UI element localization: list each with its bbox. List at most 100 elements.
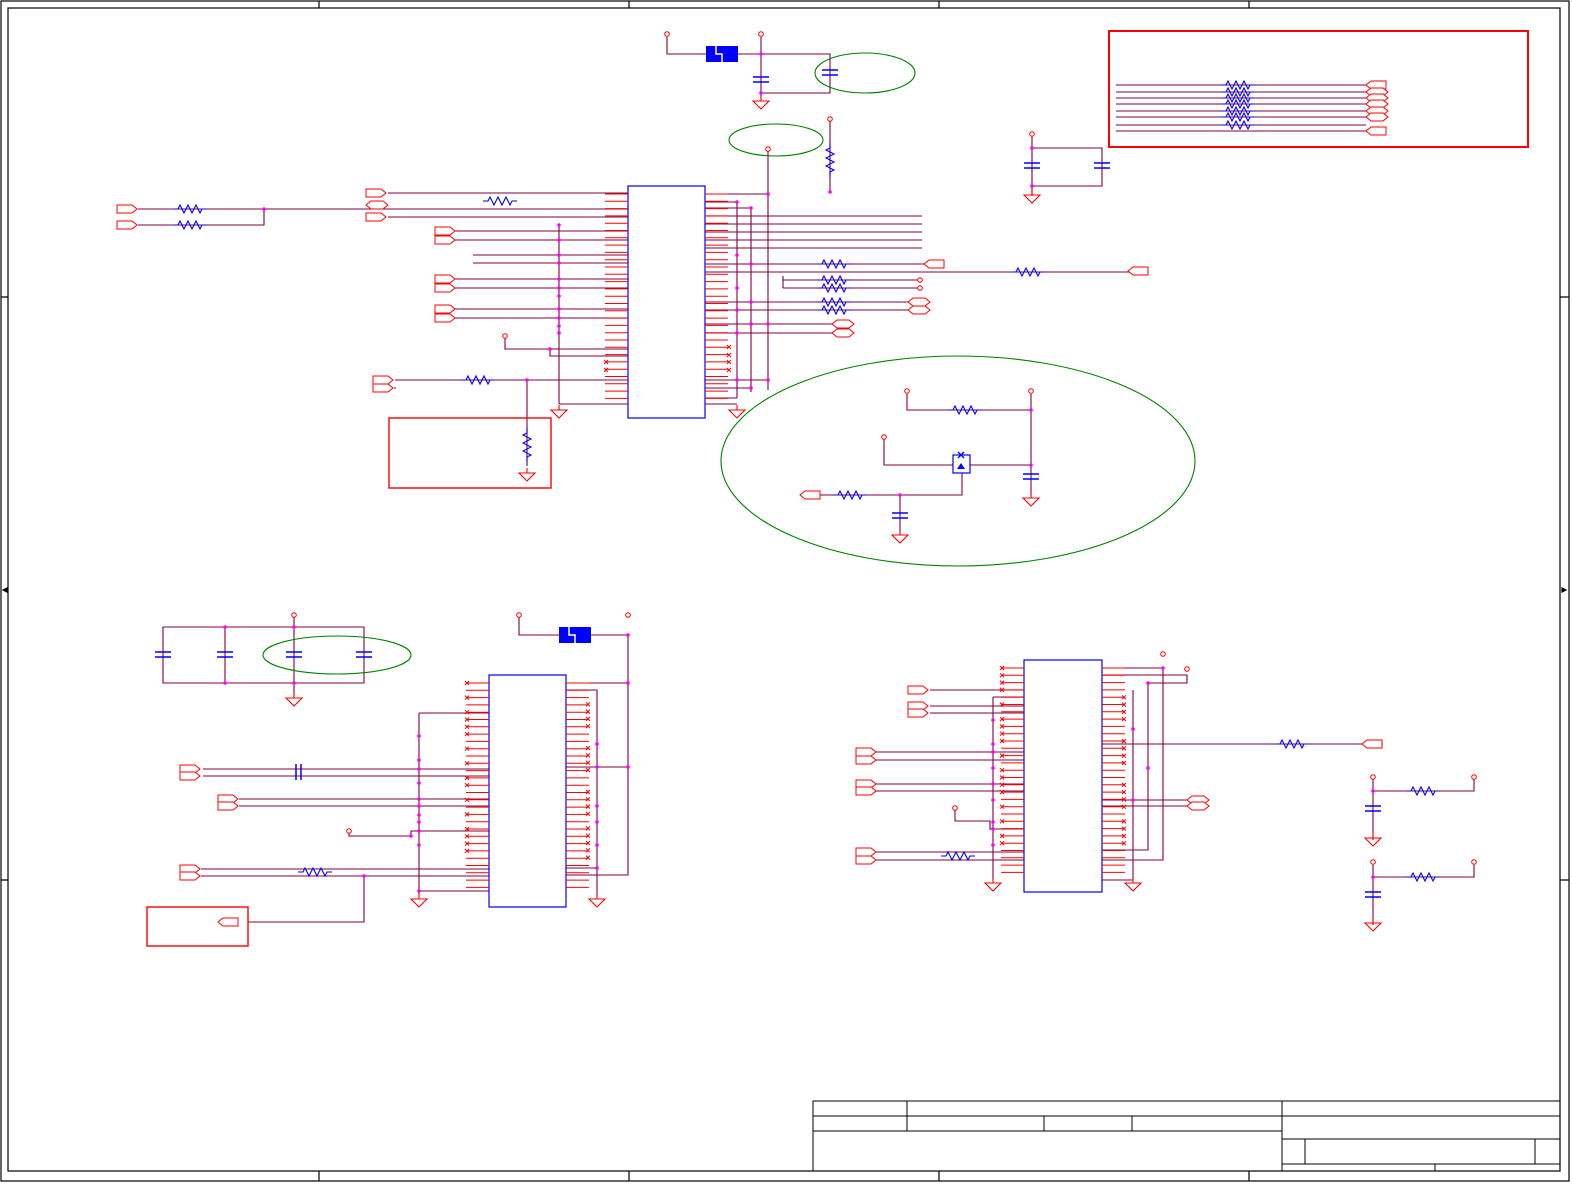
junction-dot [735, 286, 739, 290]
junction-dot [557, 307, 561, 311]
ic-bottom-left [488, 674, 567, 908]
junction-dot [362, 874, 366, 878]
no-connect-icon [585, 789, 591, 795]
resistor-icon [948, 404, 982, 416]
power-terminal-icon [765, 146, 771, 152]
junction-dot [557, 253, 561, 257]
ground-icon [1022, 190, 1042, 204]
port-connector [831, 319, 855, 329]
power-terminal-icon [1029, 131, 1035, 137]
junction-dot [991, 843, 995, 847]
junction-dot [557, 238, 561, 242]
ground-icon [284, 693, 304, 707]
junction-dot [417, 767, 421, 771]
port-connector [855, 855, 877, 865]
ic-pins [466, 193, 1125, 888]
junction-dot [557, 331, 561, 335]
port-connector [1127, 266, 1149, 276]
ic-bottom-right [1023, 659, 1103, 893]
junction-dot [417, 843, 421, 847]
ground-icon [1021, 493, 1041, 507]
junction-dot [1161, 666, 1165, 670]
port-connector [365, 188, 387, 198]
schematic-canvas [0, 0, 1572, 1183]
junction-dot [626, 633, 630, 637]
no-connect-icon [726, 367, 732, 373]
junction-dot [417, 797, 421, 801]
junction-dot [991, 750, 995, 754]
no-connect-icon [585, 716, 591, 722]
junction-dot [759, 52, 763, 56]
power-terminal-icon [1471, 774, 1477, 780]
port-connector [923, 259, 945, 269]
junction-dot [749, 262, 753, 266]
no-connect-icon [585, 826, 591, 831]
junction-dot [292, 625, 296, 629]
power-terminal-icon [1471, 859, 1477, 865]
no-connect-icon [585, 847, 591, 853]
port-connector [434, 235, 456, 245]
junction-dot [557, 294, 561, 298]
junction-dot [766, 378, 770, 382]
resistor-icon [1221, 111, 1255, 123]
junction-dot [766, 322, 770, 326]
port-connector [372, 375, 394, 385]
ferrite-bead-top [706, 46, 738, 62]
junction-dot [1371, 875, 1375, 879]
junction-dot [409, 834, 413, 838]
junction-dot [898, 493, 902, 497]
junction-dot [417, 829, 421, 833]
port-connector [1186, 801, 1210, 811]
schematic-drawing [0, 0, 1570, 1182]
sheet-frame [0, 0, 1570, 1182]
junction-dot [1371, 789, 1375, 793]
resistor-icon [941, 850, 975, 862]
junction-dot [595, 820, 599, 824]
no-connect-icon [585, 709, 591, 714]
junction-dot [417, 820, 421, 824]
resistor-icon [833, 489, 867, 501]
no-connect-markers [464, 344, 1127, 860]
junction-dot [749, 322, 753, 326]
resistor-icon [173, 219, 207, 231]
junction-dot [557, 324, 561, 328]
no-connect-icon [585, 840, 591, 846]
port-connector [179, 771, 201, 781]
junction-dot [223, 625, 227, 629]
resistor-icon [521, 428, 533, 462]
junction-dot [595, 843, 599, 847]
junction-dot [595, 742, 599, 746]
no-connect-icon [585, 745, 591, 751]
port-connector [434, 274, 456, 284]
junction-dot [991, 718, 995, 722]
power-terminal-icon [827, 116, 833, 122]
no-connect-icon [585, 811, 591, 817]
power-terminal-icon [1184, 666, 1190, 672]
resistors [173, 79, 1440, 883]
no-connect-icon [585, 760, 591, 766]
resistor-icon [483, 195, 517, 207]
ferrite-bead-bottom [559, 627, 591, 643]
ic-top [627, 185, 706, 419]
junction-dot [991, 827, 995, 831]
resistor-icon [817, 274, 851, 286]
junction-dot [1029, 463, 1033, 467]
port-connector [855, 847, 877, 857]
capacitor-icon [295, 764, 302, 780]
resistor-icon [1221, 98, 1255, 110]
junction-dot [735, 331, 739, 335]
no-connect-icon [603, 367, 609, 373]
power-terminal-icon [881, 434, 887, 440]
port-connector [1361, 739, 1383, 749]
resistor-icon [1221, 119, 1255, 131]
resistor-icon [824, 143, 836, 177]
resistor-icon [1406, 785, 1440, 797]
no-connect-icon [585, 701, 591, 707]
junction-dot [557, 286, 561, 290]
ground-icon [409, 894, 429, 908]
resistor-icon [1221, 92, 1255, 104]
port-connector [907, 297, 931, 307]
resistor-icon [1406, 871, 1440, 883]
port-connector [831, 328, 855, 338]
power-terminal-icon [917, 285, 923, 291]
